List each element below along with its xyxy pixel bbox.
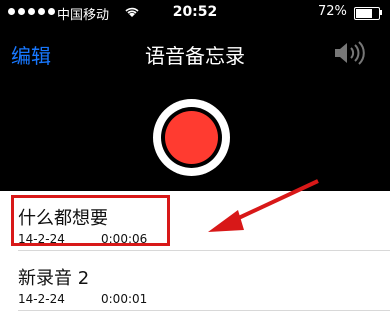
speaker-icon[interactable] bbox=[333, 40, 367, 66]
recording-duration: 0:00:01 bbox=[101, 292, 148, 306]
page-title: 语音备忘录 bbox=[145, 44, 245, 68]
recording-date: 14-2-24 bbox=[18, 292, 65, 306]
recorder-panel: 中国移动 20:52 72% 编辑 语音备忘录 bbox=[0, 0, 390, 191]
battery-icon bbox=[354, 7, 380, 20]
battery-percent: 72% bbox=[318, 4, 347, 19]
navigation-bar: 编辑 语音备忘录 bbox=[0, 26, 390, 76]
divider bbox=[18, 310, 390, 311]
list-item[interactable]: 新录音 2 14-2-24 0:00:01 bbox=[0, 251, 390, 311]
recording-title: 新录音 2 bbox=[18, 268, 90, 289]
highlight-box bbox=[11, 195, 170, 246]
battery-level bbox=[356, 9, 372, 18]
status-bar: 中国移动 20:52 72% bbox=[0, 0, 390, 26]
record-icon bbox=[165, 111, 218, 164]
voice-memos-screen: 中国移动 20:52 72% 编辑 语音备忘录 什么都想要 14-2-24 0:… bbox=[0, 0, 390, 317]
record-button[interactable] bbox=[153, 99, 230, 176]
arrow-icon bbox=[208, 179, 319, 232]
